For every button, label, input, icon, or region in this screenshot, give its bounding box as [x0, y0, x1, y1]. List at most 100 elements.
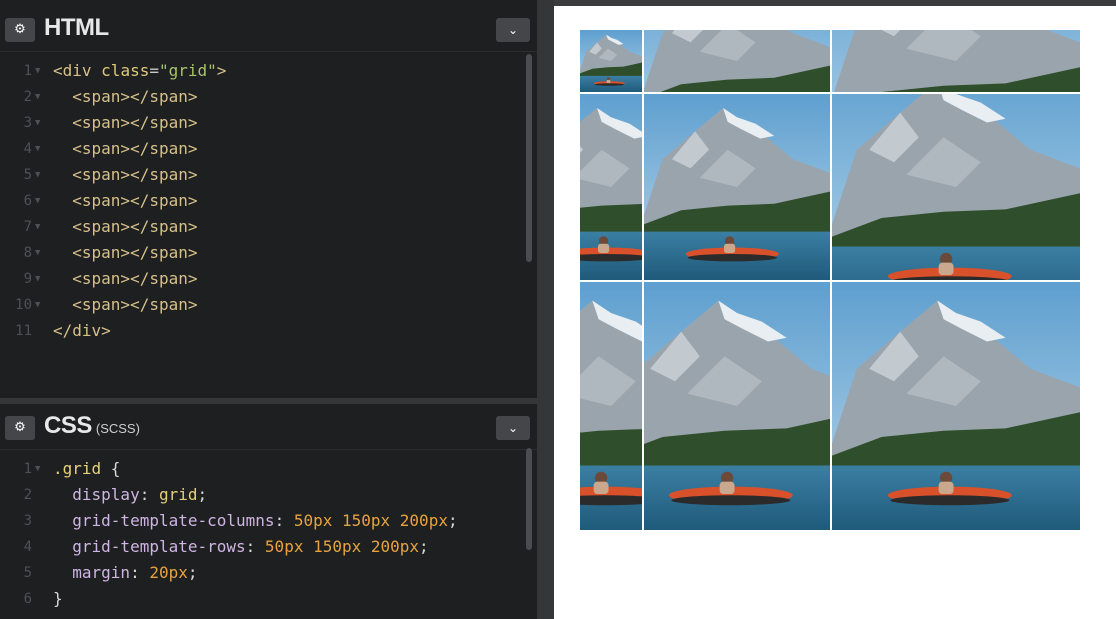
- gear-icon[interactable]: ⚙: [5, 416, 35, 440]
- code-line: 10 ▼ <span></span>: [0, 292, 537, 318]
- code-text: grid-template-rows: 50px 150px 200px;: [53, 534, 429, 560]
- code-text: margin: 20px;: [53, 560, 198, 586]
- grid-preview: [580, 30, 1080, 530]
- line-number: 2: [23, 89, 32, 105]
- line-number: 5: [23, 565, 32, 581]
- code-text: <span></span>: [53, 266, 198, 292]
- code-token: =: [149, 61, 159, 80]
- fold-arrow-icon[interactable]: ▼: [35, 292, 40, 318]
- grid-cell-photo: [644, 94, 830, 280]
- code-token: 50px 150px 200px: [293, 511, 448, 530]
- code-line: 7 ▼ <span></span>: [0, 214, 537, 240]
- code-token: ;: [419, 537, 429, 556]
- code-text: .grid {: [53, 456, 120, 482]
- code-token: <div: [53, 61, 102, 80]
- result-preview: [554, 6, 1116, 619]
- editor-column: ⚙ HTML ⌄ 1 ▼ <div class="grid"> 2 ▼ <span></…: [0, 0, 537, 619]
- fold-arrow-icon[interactable]: ▼: [35, 456, 40, 482]
- code-line: 9 ▼ <span></span>: [0, 266, 537, 292]
- chevron-down-icon[interactable]: ⌄: [496, 18, 530, 42]
- code-token: :: [274, 511, 294, 530]
- gear-icon[interactable]: ⚙: [5, 18, 35, 42]
- code-text: <span></span>: [53, 84, 198, 110]
- code-line: 8 ▼ <span></span>: [0, 240, 537, 266]
- fold-arrow-icon[interactable]: ▼: [35, 214, 40, 240]
- code-token: ;: [187, 563, 198, 582]
- code-text: <span></span>: [53, 240, 198, 266]
- css-scrollbar[interactable]: [526, 448, 532, 550]
- line-number: 2: [23, 487, 32, 503]
- chevron-down-icon[interactable]: ⌄: [496, 416, 530, 440]
- grid-cell-photo: [580, 30, 642, 92]
- pane-resize-handle[interactable]: [537, 0, 554, 619]
- line-number: 3: [23, 115, 32, 131]
- css-panel-title: CSS (SCSS): [44, 412, 140, 439]
- code-token: <span></span>: [53, 113, 198, 132]
- code-token: :: [139, 485, 159, 504]
- code-token: <span></span>: [53, 243, 198, 262]
- code-text: <span></span>: [53, 110, 198, 136]
- code-line: 2 display: grid;: [0, 482, 537, 508]
- fold-arrow-icon[interactable]: ▼: [35, 188, 40, 214]
- code-text: <span></span>: [53, 188, 198, 214]
- code-token: ;: [447, 511, 458, 530]
- code-token: {: [110, 459, 121, 478]
- html-panel-title: HTML: [44, 14, 109, 41]
- fold-arrow-icon[interactable]: ▼: [35, 162, 40, 188]
- fold-arrow-icon[interactable]: ▼: [35, 240, 40, 266]
- code-token: <span></span>: [53, 165, 198, 184]
- line-number: 3: [23, 513, 32, 529]
- code-token: display: [53, 485, 140, 504]
- grid-cell-photo: [580, 94, 642, 280]
- line-number: 11: [15, 323, 32, 339]
- code-token: <span></span>: [53, 269, 198, 288]
- code-token: >: [216, 61, 227, 80]
- fold-arrow-icon[interactable]: ▼: [35, 136, 40, 162]
- line-number: 8: [23, 245, 32, 261]
- line-number: 5: [23, 167, 32, 183]
- code-token: grid: [158, 485, 198, 504]
- css-panel-subtitle: (SCSS): [95, 421, 140, 436]
- fold-arrow-icon[interactable]: ▼: [35, 58, 40, 84]
- html-code-editor[interactable]: 1 ▼ <div class="grid"> 2 ▼ <span></span> 3 ▼ <…: [0, 52, 537, 344]
- code-text: </div>: [53, 318, 111, 344]
- code-token: 50px 150px 200px: [264, 537, 420, 556]
- code-text: <span></span>: [53, 292, 198, 318]
- html-panel: ⚙ HTML ⌄ 1 ▼ <div class="grid"> 2 ▼ <span></…: [0, 6, 537, 398]
- css-panel: ⚙ CSS (SCSS) ⌄ 1 ▼ .grid {2 display: grid; 3…: [0, 404, 537, 619]
- code-token: <span></span>: [53, 87, 198, 106]
- code-token: margin: [53, 563, 131, 582]
- code-token: :: [130, 563, 150, 582]
- line-number: 7: [23, 219, 32, 235]
- fold-arrow-icon[interactable]: ▼: [35, 84, 40, 110]
- code-token: ;: [197, 485, 208, 504]
- line-number: 10: [15, 297, 32, 313]
- code-text: }: [53, 586, 63, 612]
- line-number: 6: [23, 193, 32, 209]
- code-line: 5 ▼ <span></span>: [0, 162, 537, 188]
- code-line: 1 ▼ .grid {: [0, 456, 537, 482]
- code-text: <span></span>: [53, 162, 198, 188]
- fold-arrow-icon[interactable]: ▼: [35, 110, 40, 136]
- css-code-editor[interactable]: 1 ▼ .grid {2 display: grid; 3 grid-template…: [0, 450, 537, 612]
- fold-arrow-icon[interactable]: ▼: [35, 266, 40, 292]
- grid-cell-photo: [832, 282, 1080, 530]
- code-token: class: [101, 61, 150, 80]
- code-line: 4 ▼ <span></span>: [0, 136, 537, 162]
- code-line: 5 margin: 20px;: [0, 560, 537, 586]
- line-number: 4: [23, 141, 32, 157]
- html-scrollbar[interactable]: [526, 54, 532, 262]
- code-line: 3 grid-template-columns: 50px 150px 200p…: [0, 508, 537, 534]
- code-text: <div class="grid">: [53, 58, 226, 84]
- code-token: <span></span>: [53, 191, 198, 210]
- code-line: 11 </div>: [0, 318, 537, 344]
- css-panel-header: ⚙ CSS (SCSS) ⌄: [0, 404, 537, 450]
- code-line: 3 ▼ <span></span>: [0, 110, 537, 136]
- code-line: 6 ▼ <span></span>: [0, 188, 537, 214]
- code-text: grid-template-columns: 50px 150px 200px;: [53, 508, 458, 534]
- grid-cell-photo: [832, 30, 1080, 92]
- grid-cell-photo: [644, 282, 830, 530]
- code-line: 2 ▼ <span></span>: [0, 84, 537, 110]
- code-token: <span></span>: [53, 295, 198, 314]
- line-number: 6: [23, 591, 32, 607]
